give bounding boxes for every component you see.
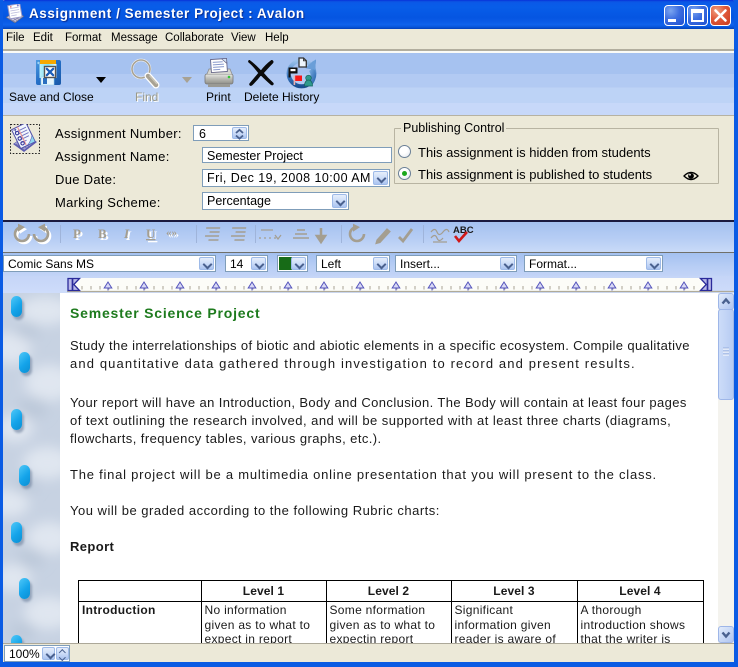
svg-text:«»: «» bbox=[166, 227, 177, 239]
svg-text:I: I bbox=[123, 226, 130, 241]
svg-text:P: P bbox=[73, 226, 81, 241]
svg-text:B: B bbox=[98, 226, 107, 241]
svg-text:U: U bbox=[146, 226, 156, 241]
